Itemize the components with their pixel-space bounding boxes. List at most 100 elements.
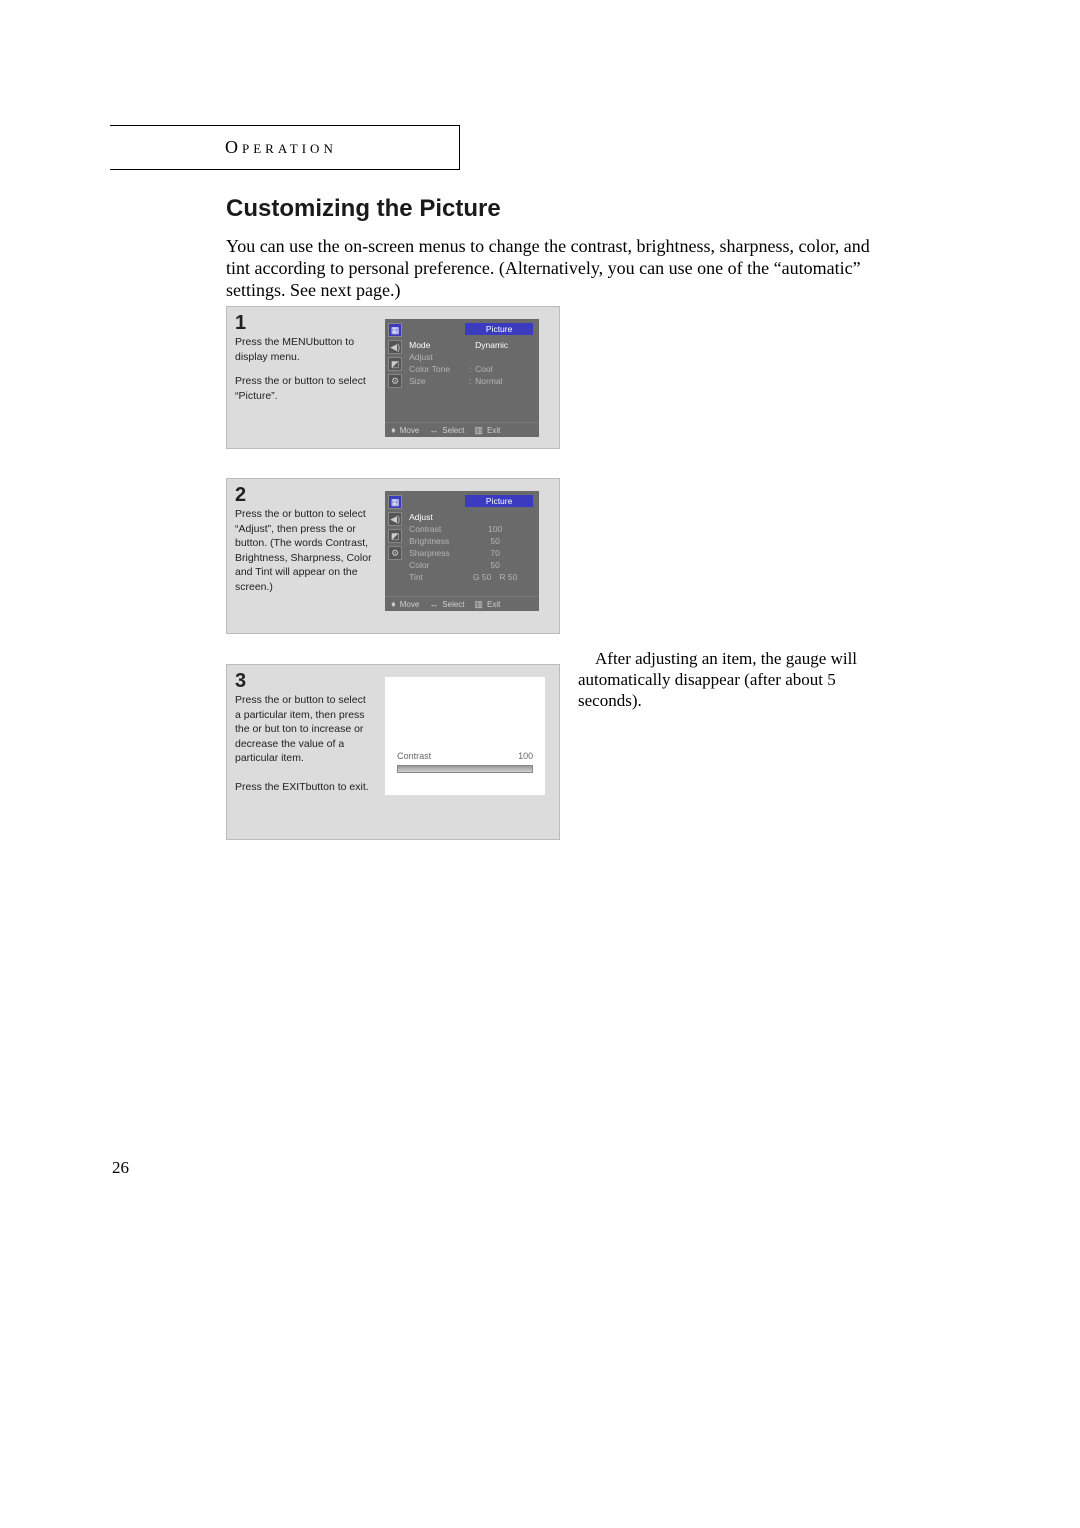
gauge-label: Contrast	[397, 751, 431, 761]
osd-row: Sharpness 70	[409, 547, 537, 559]
osd-row-value: 100	[465, 523, 537, 535]
leftright-icon: ↔	[429, 425, 438, 435]
osd-row-label: Size	[409, 375, 465, 387]
osd-row-label: Brightness	[409, 535, 465, 547]
osd-footer-select: ↔ Select	[429, 425, 464, 435]
osd-row: Brightness 50	[409, 535, 537, 547]
osd-row: Color 50	[409, 559, 537, 571]
osd-row-value: G 50 R 50	[465, 571, 537, 583]
osd-footer-label: Select	[442, 426, 464, 435]
menu-icon: ▥	[475, 425, 484, 436]
osd-row: Contrast 100	[409, 523, 537, 535]
osd-footer-exit: ▥Exit	[475, 599, 501, 610]
section-header-box: Operation	[110, 125, 460, 170]
picture-icon: ▦	[388, 323, 402, 337]
osd-colon	[465, 339, 475, 351]
gauge-bar-track	[397, 765, 533, 773]
osd-row-label: Contrast	[409, 523, 465, 535]
setup-icon: ⚙	[388, 374, 402, 388]
osd-footer-exit: ▥Exit	[475, 425, 501, 436]
osd-menu-picture: Picture ▦ ◀) ◩ ⚙ Mode Dynamic Adjust	[385, 319, 539, 437]
sound-icon: ◀)	[388, 512, 402, 526]
osd-row-label: Color	[409, 559, 465, 571]
page-title: Customizing the Picture	[226, 195, 501, 223]
osd-list: Adjust Contrast 100 Brightness 50 Sharpn…	[409, 511, 537, 583]
osd-row-value	[475, 351, 537, 363]
step-1-osd-wrap: Picture ▦ ◀) ◩ ⚙ Mode Dynamic Adjust	[381, 307, 559, 448]
osd-row: Size : Normal	[409, 375, 537, 387]
osd-footer: ♦ Move ↔ Select ▥Exit	[385, 596, 539, 611]
step-2-text: 2 Press the or button to select “Adjust”…	[227, 479, 381, 633]
osd-category-icons: ▦ ◀) ◩ ⚙	[388, 495, 404, 560]
osd-row-value: 50	[465, 535, 537, 547]
section-header-label: Operation	[110, 137, 337, 158]
osd-footer-move: ♦ Move	[391, 425, 419, 435]
osd-menu-adjust: Picture ▦ ◀) ◩ ⚙ Adjust Contrast 100	[385, 491, 539, 611]
step-3-text: 3 Press the or button to select a partic…	[227, 665, 381, 839]
osd-row: Adjust	[409, 351, 537, 363]
step-1-line: or	[282, 375, 294, 387]
osd-title: Picture	[465, 323, 533, 335]
channel-icon: ◩	[388, 529, 402, 543]
step-2-line: button. (The words Contrast, Brightness,…	[235, 537, 372, 593]
menu-icon: ▥	[475, 599, 484, 610]
osd-row-value: 70	[465, 547, 537, 559]
updown-icon: ♦	[391, 425, 396, 435]
tint-r: R 50	[499, 571, 517, 583]
osd-row-value: Normal	[475, 375, 537, 387]
osd-footer-label: Exit	[487, 600, 500, 609]
intro-paragraph: You can use the on-screen menus to chang…	[226, 235, 886, 301]
osd-row-label: Sharpness	[409, 547, 465, 559]
osd-row-label: Adjust	[409, 511, 465, 523]
leftright-icon: ↔	[429, 599, 438, 609]
osd-colon: :	[465, 375, 475, 387]
osd-row-label: Tint	[409, 571, 465, 583]
gauge-value: 100	[518, 751, 533, 761]
step-1-panel: 1 Press the MENUbutton to display menu. …	[226, 306, 560, 449]
step-2-line: or	[282, 508, 294, 520]
step-3-line: or	[253, 723, 265, 735]
step-2-line: or	[346, 523, 355, 535]
picture-icon: ▦	[388, 495, 402, 509]
step-2-line: Press the	[235, 508, 282, 520]
step-3-gauge-wrap: Contrast 100	[381, 665, 559, 839]
osd-list: Mode Dynamic Adjust Color Tone : Cool	[409, 339, 537, 387]
osd-footer-label: Move	[400, 600, 420, 609]
osd-footer: ♦ Move ↔ Select ▥Exit	[385, 422, 539, 437]
osd-colon: :	[465, 363, 475, 375]
step-1-line: Press the	[235, 375, 282, 387]
osd-row-value	[465, 511, 537, 523]
side-note: After adjusting an item, the gauge will …	[578, 648, 878, 711]
step-1-line: Press the MENU	[235, 336, 313, 348]
osd-row: Tint G 50 R 50	[409, 571, 537, 583]
osd-row-label: Adjust	[409, 351, 465, 363]
page-number: 26	[112, 1158, 129, 1178]
osd-footer-move: ♦ Move	[391, 599, 419, 609]
osd-footer-label: Select	[442, 600, 464, 609]
osd-row: Mode Dynamic	[409, 339, 537, 351]
step-2-osd-wrap: Picture ▦ ◀) ◩ ⚙ Adjust Contrast 100	[381, 479, 559, 633]
step-1-number: 1	[235, 313, 373, 333]
step-3-below-b: button to exit.	[306, 781, 369, 793]
osd-colon	[465, 351, 475, 363]
osd-row-value: Cool	[475, 363, 537, 375]
osd-row: Color Tone : Cool	[409, 363, 537, 375]
osd-footer-label: Move	[400, 426, 420, 435]
osd-row-label: Mode	[409, 339, 465, 351]
osd-title: Picture	[465, 495, 533, 507]
osd-category-icons: ▦ ◀) ◩ ⚙	[388, 323, 404, 388]
gauge-panel: Contrast 100	[385, 677, 545, 795]
channel-icon: ◩	[388, 357, 402, 371]
step-3-number: 3	[235, 671, 373, 691]
step-3-panel: 3 Press the or button to select a partic…	[226, 664, 560, 840]
sound-icon: ◀)	[388, 340, 402, 354]
step-3-below-a: Press the EXIT	[235, 781, 306, 793]
updown-icon: ♦	[391, 599, 396, 609]
osd-row: Adjust	[409, 511, 537, 523]
step-2-panel: 2 Press the or button to select “Adjust”…	[226, 478, 560, 634]
step-3-line: or	[282, 694, 294, 706]
manual-page: Operation Customizing the Picture You ca…	[0, 0, 1080, 1528]
step-3-line: Press the	[235, 694, 282, 706]
setup-icon: ⚙	[388, 546, 402, 560]
osd-row-label: Color Tone	[409, 363, 465, 375]
